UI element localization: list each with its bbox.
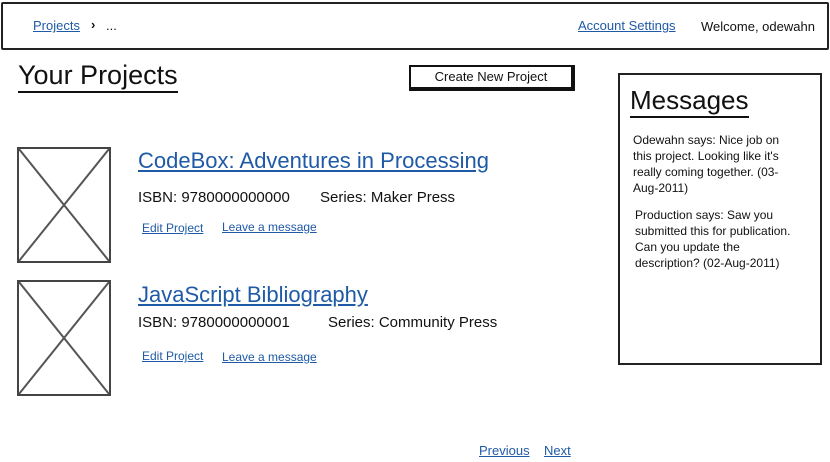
messages-title: Messages: [630, 85, 749, 118]
messages-panel: Messages Odewahn says: Nice job on this …: [618, 73, 822, 365]
project-isbn: ISBN: 9780000000000: [138, 189, 290, 206]
leave-message-link[interactable]: Leave a message: [222, 220, 317, 234]
image-placeholder-icon: [19, 149, 109, 261]
create-new-project-button[interactable]: Create New Project: [409, 65, 575, 91]
project-series: Series: Community Press: [328, 314, 498, 331]
page: Projects › ... Account Settings Welcome,…: [0, 0, 830, 462]
project-isbn: ISBN: 9780000000001: [138, 314, 290, 331]
project-thumbnail-image: [17, 280, 111, 396]
edit-project-link[interactable]: Edit Project: [142, 221, 203, 235]
header-bar: Projects › ... Account Settings Welcome,…: [1, 2, 829, 50]
welcome-text: Welcome, odewahn: [701, 19, 815, 34]
previous-page-link[interactable]: Previous: [479, 443, 530, 458]
project-title-link[interactable]: JavaScript Bibliography: [138, 282, 368, 308]
project-thumbnail-image: [17, 147, 111, 263]
breadcrumb-ellipsis: ...: [106, 18, 117, 33]
breadcrumb-separator-icon: ›: [91, 17, 96, 32]
page-title: Your Projects: [18, 60, 178, 93]
message-item: Production says: Saw you submitted this …: [635, 208, 791, 270]
image-placeholder-icon: [19, 282, 109, 394]
message-item: Odewahn says: Nice job on this project. …: [633, 133, 780, 195]
leave-message-link[interactable]: Leave a message: [222, 350, 317, 364]
edit-project-link[interactable]: Edit Project: [142, 349, 203, 363]
account-settings-link[interactable]: Account Settings: [578, 18, 676, 33]
project-title-link[interactable]: CodeBox: Adventures in Processing: [138, 148, 489, 174]
next-page-link[interactable]: Next: [544, 443, 571, 458]
project-series: Series: Maker Press: [320, 189, 456, 206]
breadcrumb-projects-link[interactable]: Projects: [33, 18, 80, 33]
